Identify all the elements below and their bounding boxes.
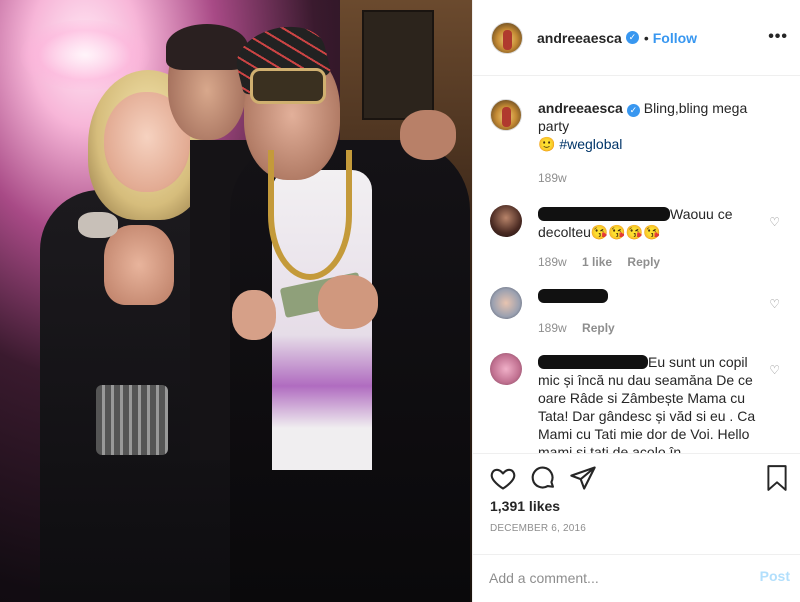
comment-time[interactable]: 189w: [538, 255, 567, 269]
hashtag-link[interactable]: #weglobal: [559, 136, 622, 152]
photo-gold-chain: [268, 150, 352, 280]
post-comment-button[interactable]: Post: [760, 568, 790, 584]
avatar[interactable]: [490, 353, 522, 385]
redacted-username: [538, 355, 648, 369]
comment-body: 189w Reply: [538, 287, 784, 337]
bookmark-icon[interactable]: [764, 464, 790, 492]
comment-meta: 189w 1 like Reply: [538, 253, 762, 271]
action-icons: [489, 464, 609, 492]
list-item: 189w Reply ♡: [490, 287, 784, 337]
reply-button[interactable]: Reply: [582, 321, 615, 335]
avatar[interactable]: [491, 21, 523, 54]
reply-button[interactable]: Reply: [627, 255, 660, 269]
redacted-username: [538, 289, 608, 303]
comment-meta: 189w Reply: [538, 319, 762, 337]
comment-body: Eu sunt un copil mic și încă nu dau seam…: [538, 353, 784, 453]
comment-likes[interactable]: 1 like: [582, 255, 612, 269]
comment-input[interactable]: [489, 567, 729, 589]
photo-woman-chest: [104, 225, 174, 305]
verified-badge-icon: ✓: [625, 31, 639, 44]
photo-ring: [78, 212, 118, 238]
header-username[interactable]: andreeaesca: [537, 30, 622, 46]
caption-body: andreeaesca ✓ Bling,bling mega party 🙂 #w…: [538, 99, 784, 187]
list-item: Waouu ce decolteu😘😘😘😘 189w 1 like Reply …: [490, 205, 784, 271]
comment-like-heart-icon[interactable]: ♡: [769, 215, 780, 229]
photo-hand: [400, 110, 456, 160]
heart-icon[interactable]: [489, 464, 517, 492]
comments-list[interactable]: andreeaesca ✓ Bling,bling mega party 🙂 #w…: [473, 77, 800, 453]
post-header: andreeaesca ✓ • Follow •••: [473, 0, 800, 76]
add-comment-bar: Post: [473, 554, 800, 601]
caption-time[interactable]: 189w: [538, 171, 567, 185]
post-actions: 1,391 likes DECEMBER 6, 2016 Post: [473, 453, 800, 600]
avatar[interactable]: [490, 287, 522, 319]
separator-dot: •: [643, 29, 649, 46]
more-options-icon[interactable]: •••: [768, 28, 788, 46]
avatar[interactable]: [490, 99, 522, 131]
smile-emoji-icon: 🙂: [538, 136, 556, 152]
post-side-panel: andreeaesca ✓ • Follow ••• andreeaesca ✓ …: [472, 0, 800, 602]
photo-wall-poster: [362, 10, 434, 120]
caption-meta: 189w: [538, 169, 762, 187]
comment-icon[interactable]: [529, 464, 557, 492]
caption: andreeaesca ✓ Bling,bling mega party 🙂 #w…: [490, 99, 784, 187]
comment-time[interactable]: 189w: [538, 321, 567, 335]
photo-hand: [232, 290, 276, 340]
verified-badge-icon: ✓: [626, 104, 640, 117]
comment-like-heart-icon[interactable]: ♡: [769, 363, 780, 377]
comment-body: Waouu ce decolteu😘😘😘😘 189w 1 like Reply: [538, 205, 784, 271]
redacted-username: [538, 207, 670, 221]
post-date[interactable]: DECEMBER 6, 2016: [490, 523, 586, 534]
photo-woman-belt: [96, 385, 168, 455]
share-icon[interactable]: [569, 464, 597, 492]
photo-hand: [318, 275, 378, 329]
likes-count[interactable]: 1,391 likes: [490, 498, 560, 514]
list-item: Eu sunt un copil mic și încă nu dau seam…: [490, 353, 784, 453]
photo-sunglasses: [250, 68, 326, 104]
caption-username[interactable]: andreeaesca: [538, 100, 623, 116]
avatar[interactable]: [490, 205, 522, 237]
post-photo[interactable]: [0, 0, 472, 602]
follow-button[interactable]: Follow: [653, 30, 697, 46]
comment-like-heart-icon[interactable]: ♡: [769, 297, 780, 311]
